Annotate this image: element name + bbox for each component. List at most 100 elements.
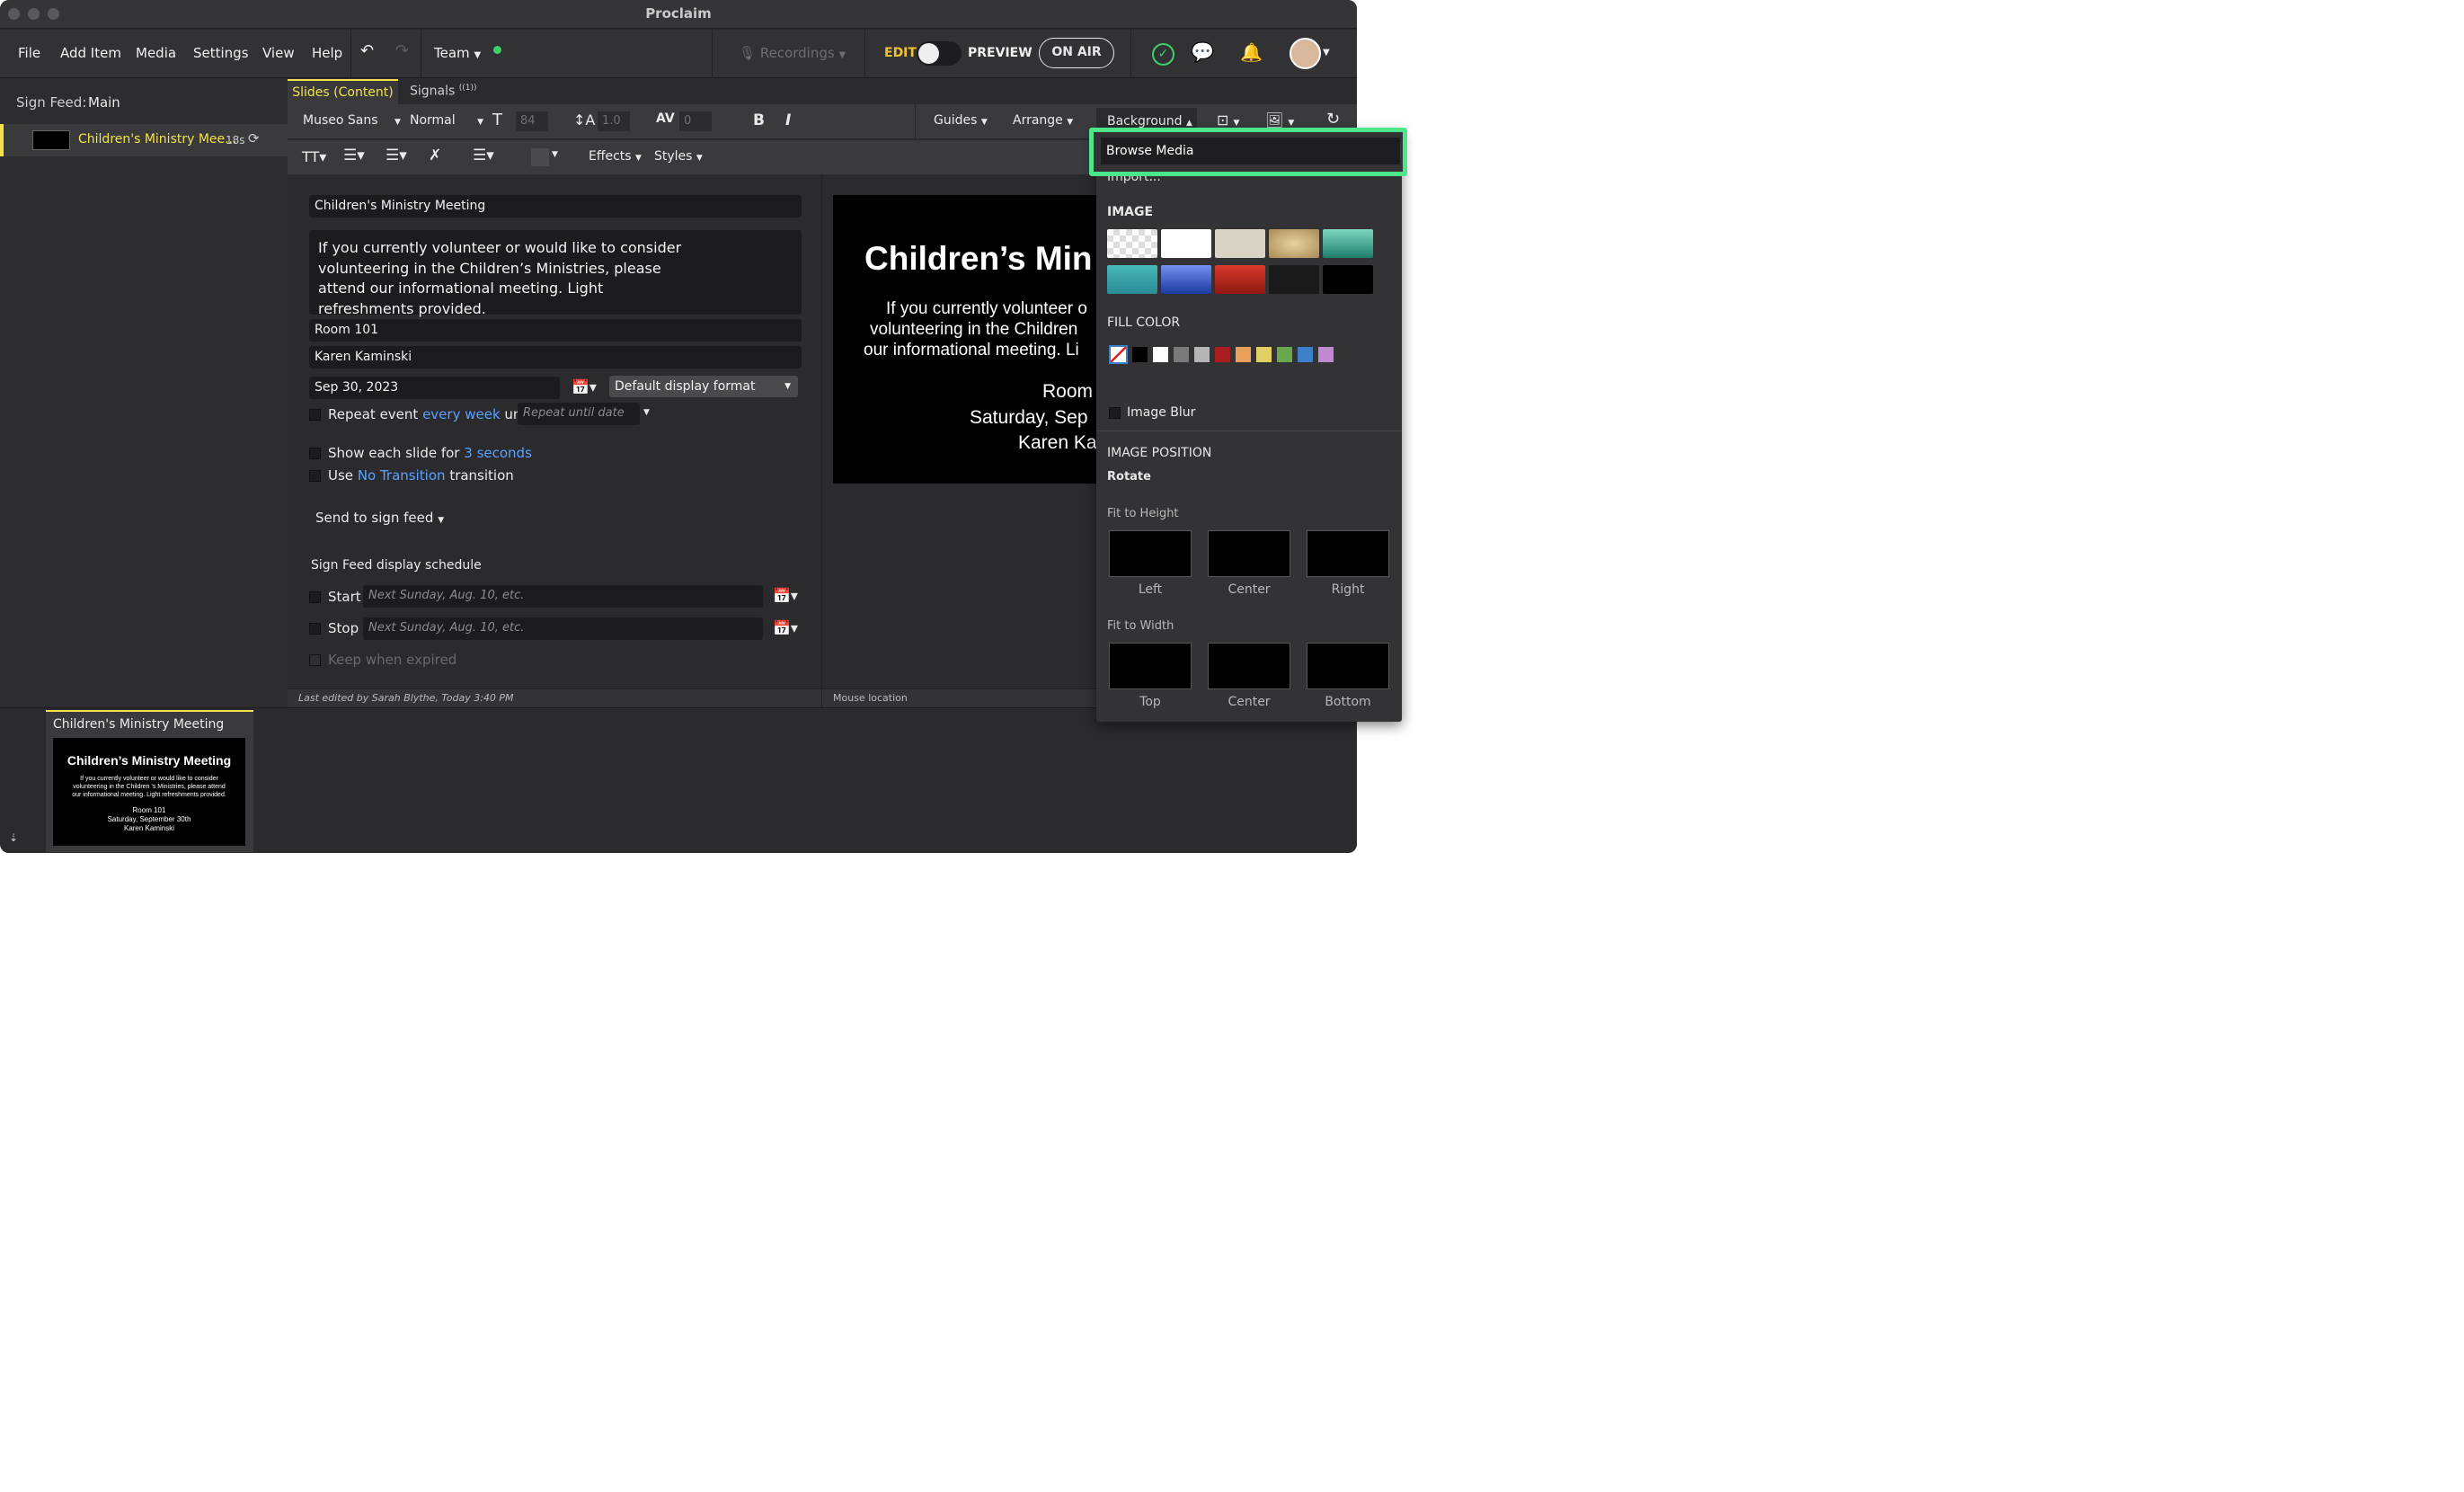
fill-swatch[interactable] <box>1153 347 1168 362</box>
stop-checkbox[interactable] <box>309 623 321 635</box>
bell-icon[interactable]: 🔔 <box>1240 41 1263 63</box>
body-field[interactable]: If you currently volunteer or would like… <box>309 230 802 317</box>
team-dropdown[interactable]: Team ▼ <box>434 45 481 61</box>
text-case-icon[interactable]: TT▾ <box>302 148 326 165</box>
repeat-event-checkbox[interactable] <box>309 409 321 421</box>
fill-swatch[interactable] <box>1277 347 1292 362</box>
tab-signals[interactable]: Signals ((1)) <box>410 84 477 99</box>
minimize-window-button[interactable] <box>28 8 40 20</box>
fit-width-top-option[interactable] <box>1109 643 1192 689</box>
bullet-list-icon[interactable]: ☰▾ <box>343 147 365 164</box>
image-swatch-parchment[interactable] <box>1269 229 1319 258</box>
image-swatch-dark[interactable] <box>1269 265 1319 294</box>
start-date-input[interactable]: Next Sunday, Aug. 10, etc. <box>363 585 763 608</box>
rotate-button[interactable]: Rotate <box>1107 470 1151 484</box>
avatar[interactable] <box>1290 38 1321 69</box>
sidebar-item-childrens-ministry[interactable]: Children's Ministry Mee... 18s ⟳ <box>0 124 288 156</box>
contact-field[interactable]: Karen Kaminski <box>309 346 802 369</box>
effects-dropdown[interactable]: Effects ▼ <box>589 149 642 164</box>
on-air-button[interactable]: ON AIR <box>1039 38 1114 68</box>
edit-preview-toggle[interactable] <box>917 41 962 66</box>
fill-swatch[interactable] <box>1215 347 1230 362</box>
image-swatch-teal[interactable] <box>1107 265 1157 294</box>
menu-help[interactable]: Help <box>312 45 342 61</box>
chevron-down-icon[interactable]: ▼ <box>552 150 558 159</box>
no-fill-swatch[interactable] <box>1109 345 1128 364</box>
start-calendar-icon[interactable]: 📅▾ <box>773 587 798 604</box>
fit-height-right-option[interactable] <box>1307 530 1389 577</box>
image-swatch-black[interactable] <box>1323 265 1373 294</box>
slide-thumbnail[interactable]: Children's Ministry Meeting Children’s M… <box>46 710 253 852</box>
image-swatch-teal-gradient[interactable] <box>1323 229 1373 258</box>
browse-media-menu-item[interactable]: Browse Media <box>1101 138 1400 164</box>
redo-icon[interactable]: ↷ <box>395 41 409 60</box>
italic-button[interactable]: I <box>785 111 791 129</box>
font-weight-select[interactable]: Normal ▼ <box>410 113 483 128</box>
fit-width-center-option[interactable] <box>1208 643 1290 689</box>
letter-spacing-input[interactable]: 0 <box>679 111 712 131</box>
image-blur-checkbox[interactable] <box>1109 407 1121 419</box>
image-swatch-red[interactable] <box>1215 265 1265 294</box>
date-field[interactable]: Sep 30, 2023 <box>309 377 560 399</box>
show-each-slide-checkbox[interactable] <box>309 448 321 459</box>
collapse-chevron-icon[interactable]: ⇣ <box>9 831 18 844</box>
transparent-swatch[interactable] <box>1107 229 1157 258</box>
sync-check-icon[interactable]: ✓ <box>1152 43 1174 66</box>
fit-height-left-option[interactable] <box>1109 530 1192 577</box>
location-field[interactable]: Room 101 <box>309 319 802 342</box>
display-format-select[interactable]: Default display format ▼ <box>609 376 798 397</box>
reset-icon[interactable]: ↻ <box>1326 110 1340 129</box>
guides-dropdown[interactable]: Guides ▼ <box>934 113 988 128</box>
fill-swatch[interactable] <box>1236 347 1251 362</box>
styles-dropdown[interactable]: Styles ▼ <box>654 149 703 164</box>
repeat-frequency-link[interactable]: every week <box>422 406 501 422</box>
clear-format-icon[interactable]: ✗ <box>429 147 441 164</box>
send-to-sign-feed-dropdown[interactable]: Send to sign feed ▼ <box>315 510 444 526</box>
close-window-button[interactable] <box>8 8 20 20</box>
use-transition-checkbox[interactable] <box>309 470 321 482</box>
menu-view[interactable]: View <box>262 45 295 61</box>
recordings-dropdown[interactable]: 🎙 Recordings ▼ <box>739 45 846 61</box>
start-checkbox[interactable] <box>309 591 321 603</box>
fill-swatch[interactable] <box>1256 347 1272 362</box>
slide-duration-link[interactable]: 3 seconds <box>464 445 532 461</box>
refresh-icon[interactable]: ⟳ <box>248 130 260 147</box>
indent-icon[interactable]: ☰▾ <box>386 147 407 164</box>
text-color-swatch[interactable] <box>531 148 549 166</box>
title-field[interactable]: Children's Ministry Meeting <box>309 195 802 218</box>
fill-swatch[interactable] <box>1132 347 1148 362</box>
align-icon[interactable]: ☰▾ <box>473 147 494 164</box>
undo-icon[interactable]: ↶ <box>360 41 374 60</box>
repeat-until-input[interactable]: Repeat until date <box>518 403 640 425</box>
repeat-until-chevron-down-icon[interactable]: ▼ <box>643 408 650 417</box>
menu-add-item[interactable]: Add Item <box>60 45 121 61</box>
image-swatch-linen[interactable] <box>1215 229 1265 258</box>
text-box-icon[interactable]: ⊡ ▼ <box>1217 111 1239 129</box>
arrange-dropdown[interactable]: Arrange ▼ <box>1013 113 1073 128</box>
line-height-input[interactable]: 1.0 <box>598 111 630 131</box>
calendar-icon[interactable]: 📅▾ <box>572 378 597 395</box>
menu-media[interactable]: Media <box>136 45 176 61</box>
slide-preview[interactable]: Children’s Min If you currently voluntee… <box>833 195 1096 484</box>
fit-width-bottom-option[interactable] <box>1307 643 1389 689</box>
tab-slides-content[interactable]: Slides (Content) <box>288 79 398 104</box>
menu-settings[interactable]: Settings <box>193 45 249 61</box>
fill-swatch[interactable] <box>1194 347 1210 362</box>
fill-swatch[interactable] <box>1174 347 1189 362</box>
menu-file[interactable]: File <box>18 45 40 61</box>
chat-icon[interactable]: 💬 <box>1191 41 1214 64</box>
zoom-window-button[interactable] <box>48 8 59 20</box>
font-family-select[interactable]: Museo Sans ▼ <box>303 113 401 128</box>
fill-swatch[interactable] <box>1298 347 1313 362</box>
stop-calendar-icon[interactable]: 📅▾ <box>773 619 798 636</box>
font-size-input[interactable]: 84 <box>516 111 548 131</box>
image-swatch-white[interactable] <box>1161 229 1211 258</box>
sign-feed-name[interactable]: Main <box>88 94 120 111</box>
avatar-chevron-down-icon[interactable]: ▼ <box>1323 48 1330 58</box>
keep-expired-checkbox[interactable] <box>309 654 321 666</box>
fill-swatch[interactable] <box>1318 347 1334 362</box>
image-swatch-blue[interactable] <box>1161 265 1211 294</box>
stop-date-input[interactable]: Next Sunday, Aug. 10, etc. <box>363 617 763 640</box>
image-icon[interactable]: 🖼 ▼ <box>1265 111 1294 129</box>
bold-button[interactable]: B <box>753 111 765 129</box>
